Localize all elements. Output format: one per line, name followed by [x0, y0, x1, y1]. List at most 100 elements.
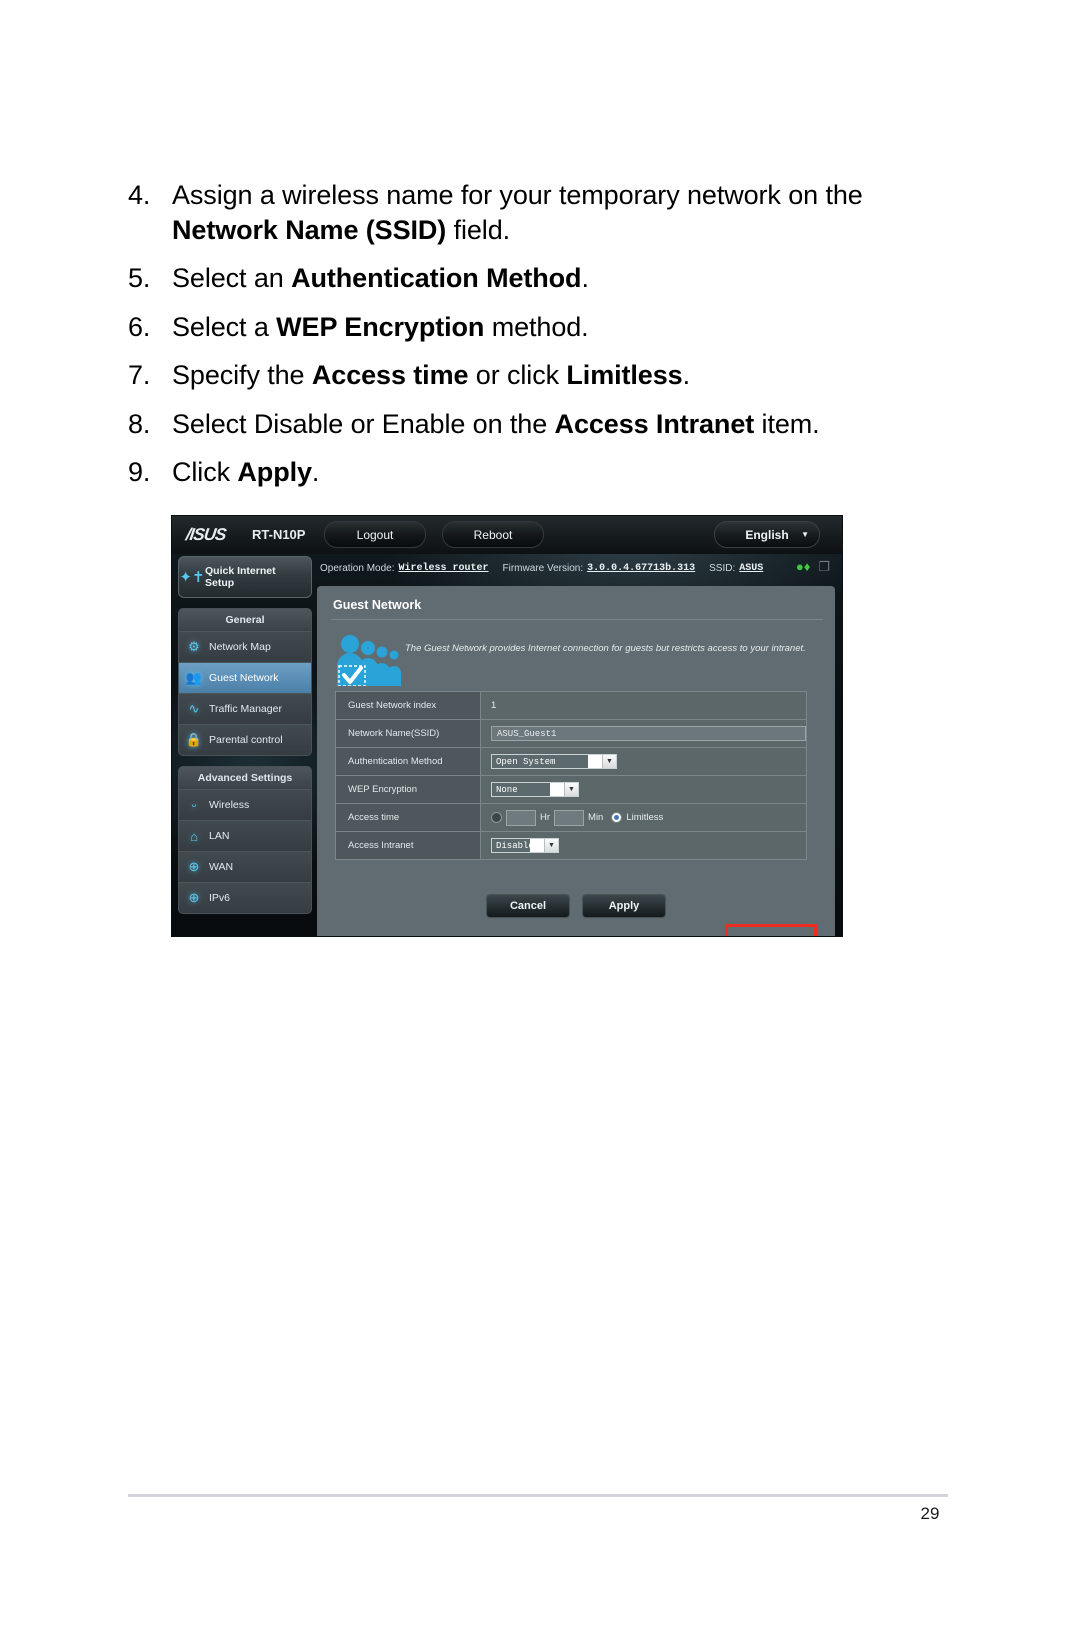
step-plain: Select an [172, 263, 292, 294]
language-selector[interactable]: English ▼ [714, 521, 820, 548]
router-model-name: RT-N10P [252, 527, 306, 542]
firmware-version-value[interactable]: 3.0.0.4.67713b.313 [587, 563, 695, 574]
status-icon-group: ●♦ ❐ [796, 560, 830, 573]
panel-action-buttons: Cancel Apply [317, 894, 835, 918]
step-plain: . [682, 360, 691, 391]
step-text: Assign a wireless name for your temporar… [172, 178, 918, 247]
operation-mode-value[interactable]: Wireless router [399, 563, 489, 574]
sidebar-item-wan[interactable]: ⊕ WAN [179, 851, 311, 882]
quick-internet-setup-button[interactable]: ✦✝ Quick Internet Setup [178, 556, 312, 598]
traffic-manager-icon: ∿ [188, 701, 200, 716]
asus-logo: /ISUS [184, 525, 227, 544]
router-top-bar: /ISUS RT-N10P Logout Reboot English ▼ [172, 516, 842, 554]
authentication-method-select[interactable]: Open System ▼ [491, 754, 617, 769]
copy-status-icon[interactable]: ❐ [818, 560, 830, 573]
sidebar-group: Advanced Settings ᵕ Wireless ⌂ LAN ⊕ WAN ⊕ IPv6 [178, 766, 312, 914]
step-text: Select a WEP Encryption method. [172, 310, 918, 345]
access-intranet-cell: Disable ▼ [481, 832, 806, 859]
ssid-label: SSID: [709, 562, 736, 574]
step-plain: Click [172, 457, 238, 488]
instruction-step: 4. Assign a wireless name for your tempor… [128, 178, 918, 247]
panel-intro: The Guest Network provides Internet conn… [331, 630, 823, 687]
access-intranet-select[interactable]: Disable ▼ [491, 838, 559, 853]
instruction-step: 7. Specify the Access time or click Limit… [128, 358, 918, 393]
logout-button[interactable]: Logout [324, 521, 426, 548]
sidebar-item-label: WAN [209, 861, 234, 873]
step-text: Specify the Access time or click Limitle… [172, 358, 918, 393]
chevron-down-icon: ▼ [544, 839, 558, 852]
instruction-step: 9. Click Apply. [128, 455, 918, 490]
step-number: 8. [128, 408, 151, 439]
step-emphasis: Access time [311, 360, 469, 391]
access-time-cell: Hr Min Limitless [481, 804, 806, 831]
table-row-access-intranet: Access Intranet Disable ▼ [336, 832, 806, 860]
sidebar-group-title: General [179, 609, 311, 631]
table-row-authentication-method: Authentication Method Open System ▼ [336, 748, 806, 776]
access-intranet-label: Access Intranet [336, 832, 481, 859]
footer-divider [128, 1494, 948, 1497]
sidebar-item-label: IPv6 [209, 892, 231, 904]
table-row-wep-encryption: WEP Encryption None ▼ [336, 776, 806, 804]
network-map-icon: ⚙ [188, 639, 200, 654]
parental-control-icon: 🔒 [185, 732, 203, 747]
sidebar-item-parental-control[interactable]: 🔒 Parental control [179, 724, 311, 755]
sidebar-item-label: Parental control [209, 734, 283, 746]
instruction-step: 6. Select a WEP Encryption method. [128, 310, 918, 345]
step-number: 4. [128, 180, 151, 210]
wep-encryption-select[interactable]: None ▼ [491, 782, 579, 797]
authentication-method-label: Authentication Method [336, 748, 481, 775]
step-plain: Assign a wireless name for your temporar… [172, 180, 863, 210]
step-emphasis: Apply [237, 457, 312, 488]
cancel-button[interactable]: Cancel [486, 894, 570, 918]
step-emphasis: Authentication Method [291, 263, 582, 294]
lan-icon: ⌂ [190, 828, 198, 844]
step-emphasis: Limitless [566, 360, 683, 391]
step-plain: or click [468, 360, 567, 391]
ipv6-icon: ⊕ [188, 890, 200, 905]
router-info-strip: Operation Mode: Wireless router Firmware… [316, 556, 842, 580]
access-time-timed-radio[interactable] [491, 812, 502, 823]
step-number: 5. [128, 263, 151, 294]
step-text: Select an Authentication Method. [172, 261, 918, 296]
limitless-radio[interactable] [611, 812, 623, 823]
sidebar-item-ipv6[interactable]: ⊕ IPv6 [179, 882, 311, 913]
access-time-label: Access time [336, 804, 481, 831]
sidebar-item-wireless[interactable]: ᵕ Wireless [179, 789, 311, 820]
page-number: 29 [920, 1504, 940, 1523]
step-plain: . [581, 263, 589, 294]
apply-button[interactable]: Apply [582, 894, 666, 918]
user-status-icon[interactable]: ●♦ [796, 560, 811, 573]
step-number: 7. [128, 360, 151, 391]
sidebar-item-guest-network[interactable]: 👥 Guest Network [179, 662, 311, 693]
sidebar-item-label: LAN [209, 830, 230, 842]
sidebar-nav-groups: General ⚙ Network Map 👥 Guest Network ∿ Traffi… [178, 608, 312, 914]
reboot-button[interactable]: Reboot [442, 521, 544, 548]
sidebar-item-network-map[interactable]: ⚙ Network Map [179, 631, 311, 662]
access-time-minute-input[interactable] [554, 809, 585, 826]
step-plain: method. [484, 311, 589, 342]
quick-internet-setup-label: Quick Internet Setup [205, 564, 276, 589]
access-time-hour-input[interactable] [506, 809, 536, 826]
guest-index-label: Guest Network index [336, 692, 481, 719]
language-label: English [745, 527, 789, 542]
wep-encryption-value: None [492, 783, 550, 796]
chevron-down-icon: ▼ [602, 755, 616, 768]
router-ui-screenshot: /ISUS RT-N10P Logout Reboot English ▼ Op… [172, 516, 842, 936]
network-name-input[interactable]: ASUS_Guest1 [491, 726, 806, 741]
sidebar-item-traffic-manager[interactable]: ∿ Traffic Manager [179, 693, 311, 724]
guest-network-settings-table: Guest Network index 1 Network Name(SSID)… [335, 691, 807, 860]
access-time-minute-unit: Min [588, 812, 604, 823]
sidebar-item-lan[interactable]: ⌂ LAN [179, 820, 311, 851]
step-number: 9. [128, 457, 151, 488]
step-text: Click Apply. [172, 455, 918, 490]
step-plain: field. [446, 214, 511, 245]
table-row-access-time: Access time Hr Min Limitless [336, 804, 806, 832]
sidebar-group: General ⚙ Network Map 👥 Guest Network ∿ Traffi… [178, 608, 312, 756]
router-sidebar: ✦✝ Quick Internet Setup General ⚙ Network … [178, 556, 312, 924]
sidebar-group-title: Advanced Settings [179, 767, 311, 789]
title-divider [331, 619, 823, 620]
step-plain: Select Disable or Enable on the [172, 408, 555, 439]
ssid-value[interactable]: ASUS [739, 563, 763, 574]
panel-description: The Guest Network provides Internet conn… [405, 643, 806, 654]
sidebar-item-label: Guest Network [209, 672, 279, 684]
